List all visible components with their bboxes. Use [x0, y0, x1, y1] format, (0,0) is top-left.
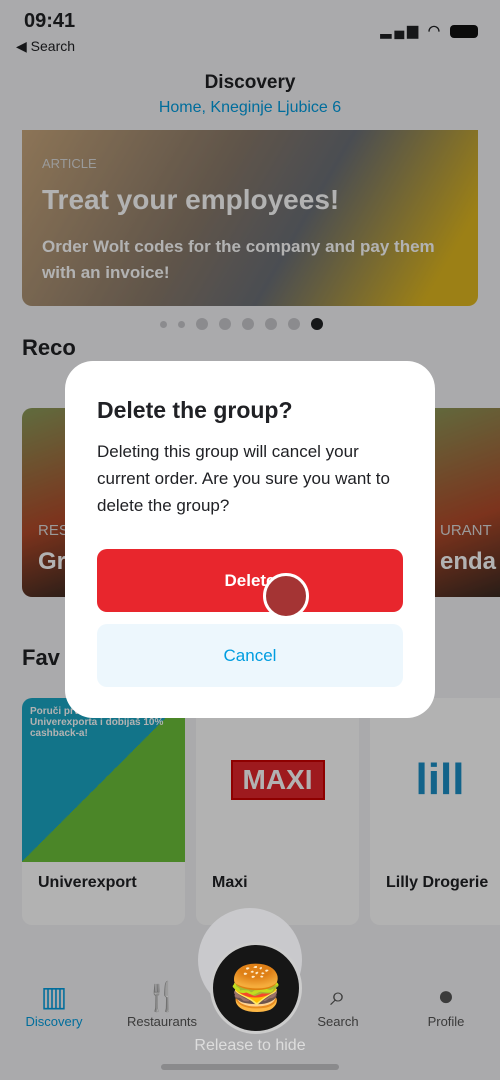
carousel-dot[interactable]	[288, 318, 300, 330]
section-recommendations: Reco	[22, 335, 76, 360]
article-banner[interactable]: ARTICLE Treat your employees! Order Wolt…	[22, 130, 478, 306]
carousel-dot[interactable]	[160, 320, 167, 328]
card-tag: URANT	[440, 522, 492, 539]
tab-search[interactable]: ⌕ Search	[288, 960, 388, 1040]
clock: 09:41	[24, 10, 76, 32]
release-hint: Release to hide	[194, 1037, 306, 1054]
store-name: Maxi	[212, 874, 248, 891]
floating-group-order-button[interactable]: 🍔	[210, 942, 302, 1034]
store-image: lill	[370, 698, 500, 862]
section-favourites: Fav	[22, 645, 60, 670]
store-card-univerexport[interactable]: Poruči prvi put iz Univerexporta i dobij…	[22, 698, 185, 925]
status-icons: ▂▄▆ ◠	[381, 22, 478, 39]
burger-icon: 🍔	[228, 964, 284, 1013]
card-name: enda	[440, 548, 497, 575]
search-icon: ⌕	[330, 980, 346, 1011]
banner-subtitle: Order Wolt codes for the company and pay…	[42, 237, 435, 282]
carousel-dot[interactable]	[178, 320, 185, 328]
tab-restaurants[interactable]: 🍴 Restaurants	[112, 960, 212, 1040]
discovery-icon: ▥	[40, 981, 68, 1012]
carousel-dot[interactable]	[219, 318, 231, 330]
home-indicator	[161, 1064, 339, 1070]
tab-label: Restaurants	[126, 1014, 198, 1029]
delete-group-dialog: Delete the group? Deleting this group wi…	[65, 361, 435, 718]
lilly-logo: lill	[415, 755, 465, 804]
tab-profile[interactable]: ● Profile	[396, 960, 496, 1040]
store-card-lilly[interactable]: lill Lilly Drogerie	[370, 698, 500, 925]
tab-label: Profile	[427, 1014, 465, 1029]
tab-label: Search	[317, 1014, 359, 1029]
carousel-dot[interactable]	[196, 318, 208, 330]
store-image: Poruči prvi put iz Univerexporta i dobij…	[22, 698, 185, 862]
carousel-dot[interactable]	[242, 318, 254, 330]
dialog-message: Deleting this group will cancel your cur…	[97, 442, 390, 515]
fork-knife-icon: 🍴	[144, 981, 180, 1012]
dialog-title: Delete the group?	[97, 397, 293, 423]
touch-indicator	[263, 573, 309, 619]
tab-discovery[interactable]: ▥ Discovery	[4, 960, 104, 1040]
carousel-dot-active[interactable]	[311, 318, 323, 330]
battery-icon	[450, 24, 478, 38]
carousel-dots	[160, 318, 323, 330]
delete-button[interactable]: Delete	[97, 549, 403, 612]
banner-title: Treat your employees!	[42, 184, 340, 215]
signal-icon: ▂▄▆	[380, 22, 421, 38]
store-card-maxi[interactable]: MAXI Maxi	[196, 698, 359, 925]
banner-tag: ARTICLE	[42, 156, 97, 171]
status-bar: 09:41 ◀ Search ▂▄▆ ◠	[0, 0, 500, 60]
store-name: Univerexport	[38, 874, 137, 891]
card-name: Gr	[38, 548, 67, 575]
wifi-icon: ◠	[427, 22, 444, 38]
page-title: Discovery	[204, 72, 296, 93]
maxi-logo: MAXI	[230, 760, 325, 800]
back-to-search-link[interactable]: ◀ Search	[16, 38, 75, 55]
carousel-dot[interactable]	[265, 318, 277, 330]
cancel-button[interactable]: Cancel	[97, 624, 403, 687]
tab-label: Discovery	[25, 1014, 83, 1029]
address-selector[interactable]: Home, Kneginje Ljubice 6	[0, 99, 500, 117]
profile-icon: ●	[437, 980, 455, 1011]
store-name: Lilly Drogerie	[386, 874, 489, 891]
store-image: MAXI	[196, 698, 359, 862]
